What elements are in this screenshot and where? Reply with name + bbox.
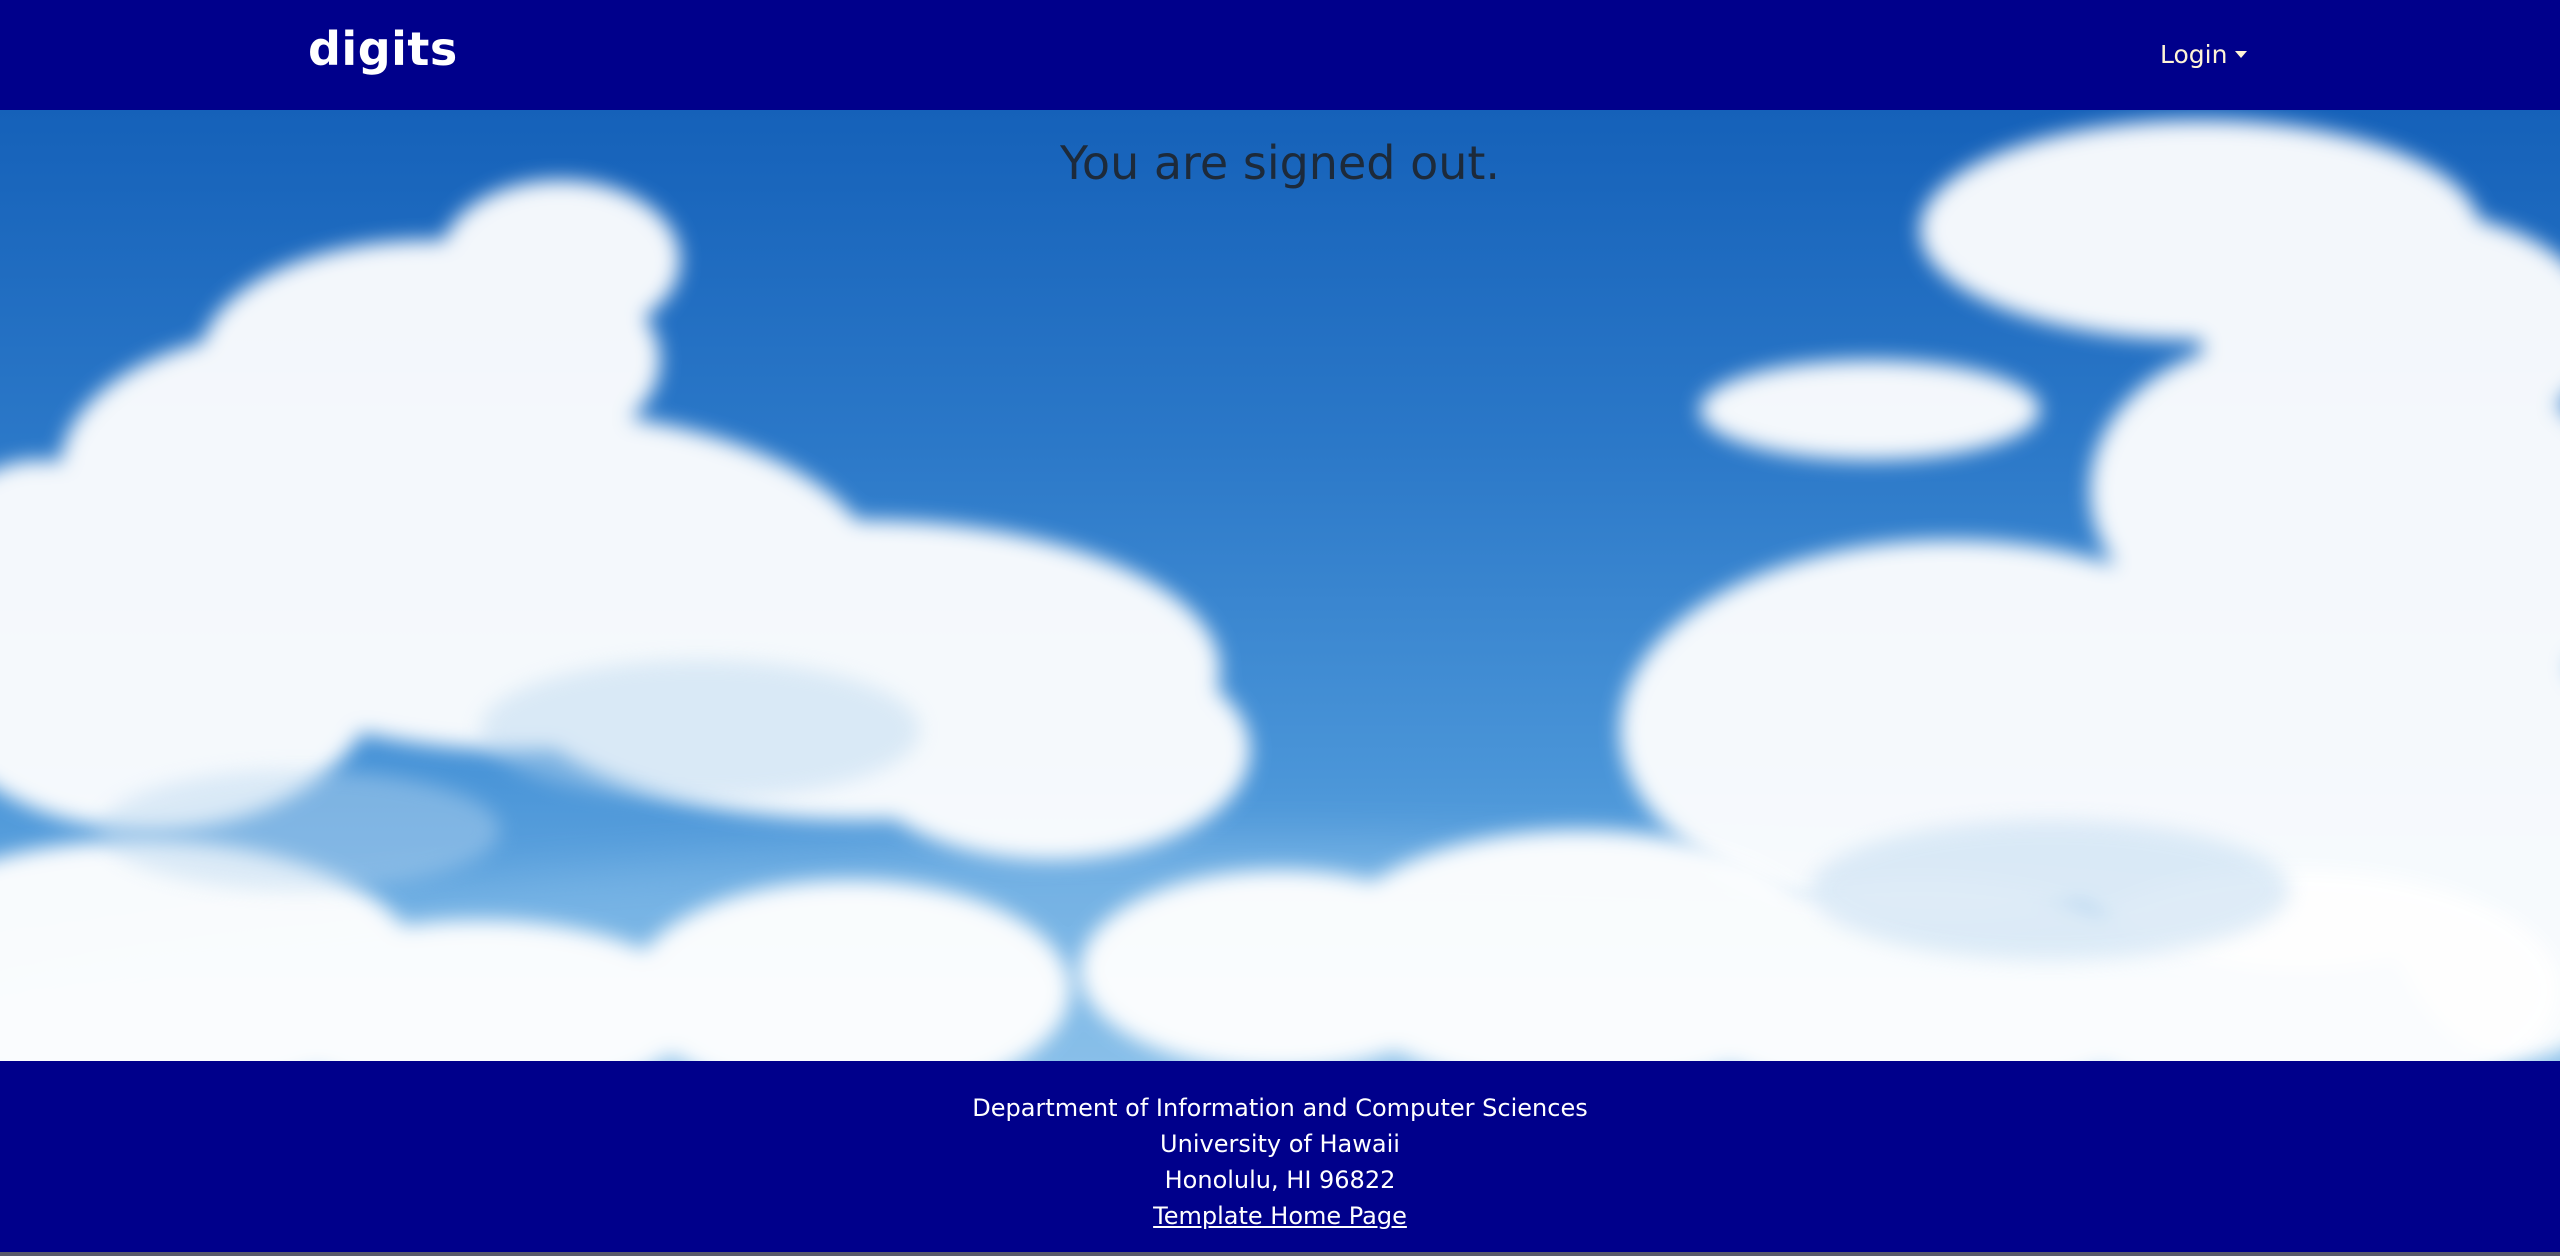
footer-university: University of Hawaii xyxy=(1160,1130,1400,1158)
window-bottom-edge xyxy=(0,1252,2560,1256)
brand-logo-link[interactable]: digits xyxy=(308,22,458,76)
top-navbar: digits Login xyxy=(0,0,2560,110)
login-dropdown-toggle[interactable]: Login xyxy=(2160,40,2248,69)
footer-link-row: Template Home Page xyxy=(0,1198,2560,1234)
caret-down-icon xyxy=(2235,51,2248,58)
footer-department: Department of Information and Computer S… xyxy=(972,1094,1588,1122)
signed-out-message: You are signed out. xyxy=(1059,136,1501,190)
template-home-link[interactable]: Template Home Page xyxy=(1153,1202,1407,1230)
footer-address: Department of Information and Computer S… xyxy=(0,1090,2560,1234)
footer: Department of Information and Computer S… xyxy=(0,1061,2560,1256)
login-label: Login xyxy=(2160,40,2228,69)
footer-city: Honolulu, HI 96822 xyxy=(1164,1166,1396,1194)
clouds-illustration xyxy=(0,120,2560,1061)
sky-background: You are signed out. xyxy=(0,110,2560,1061)
